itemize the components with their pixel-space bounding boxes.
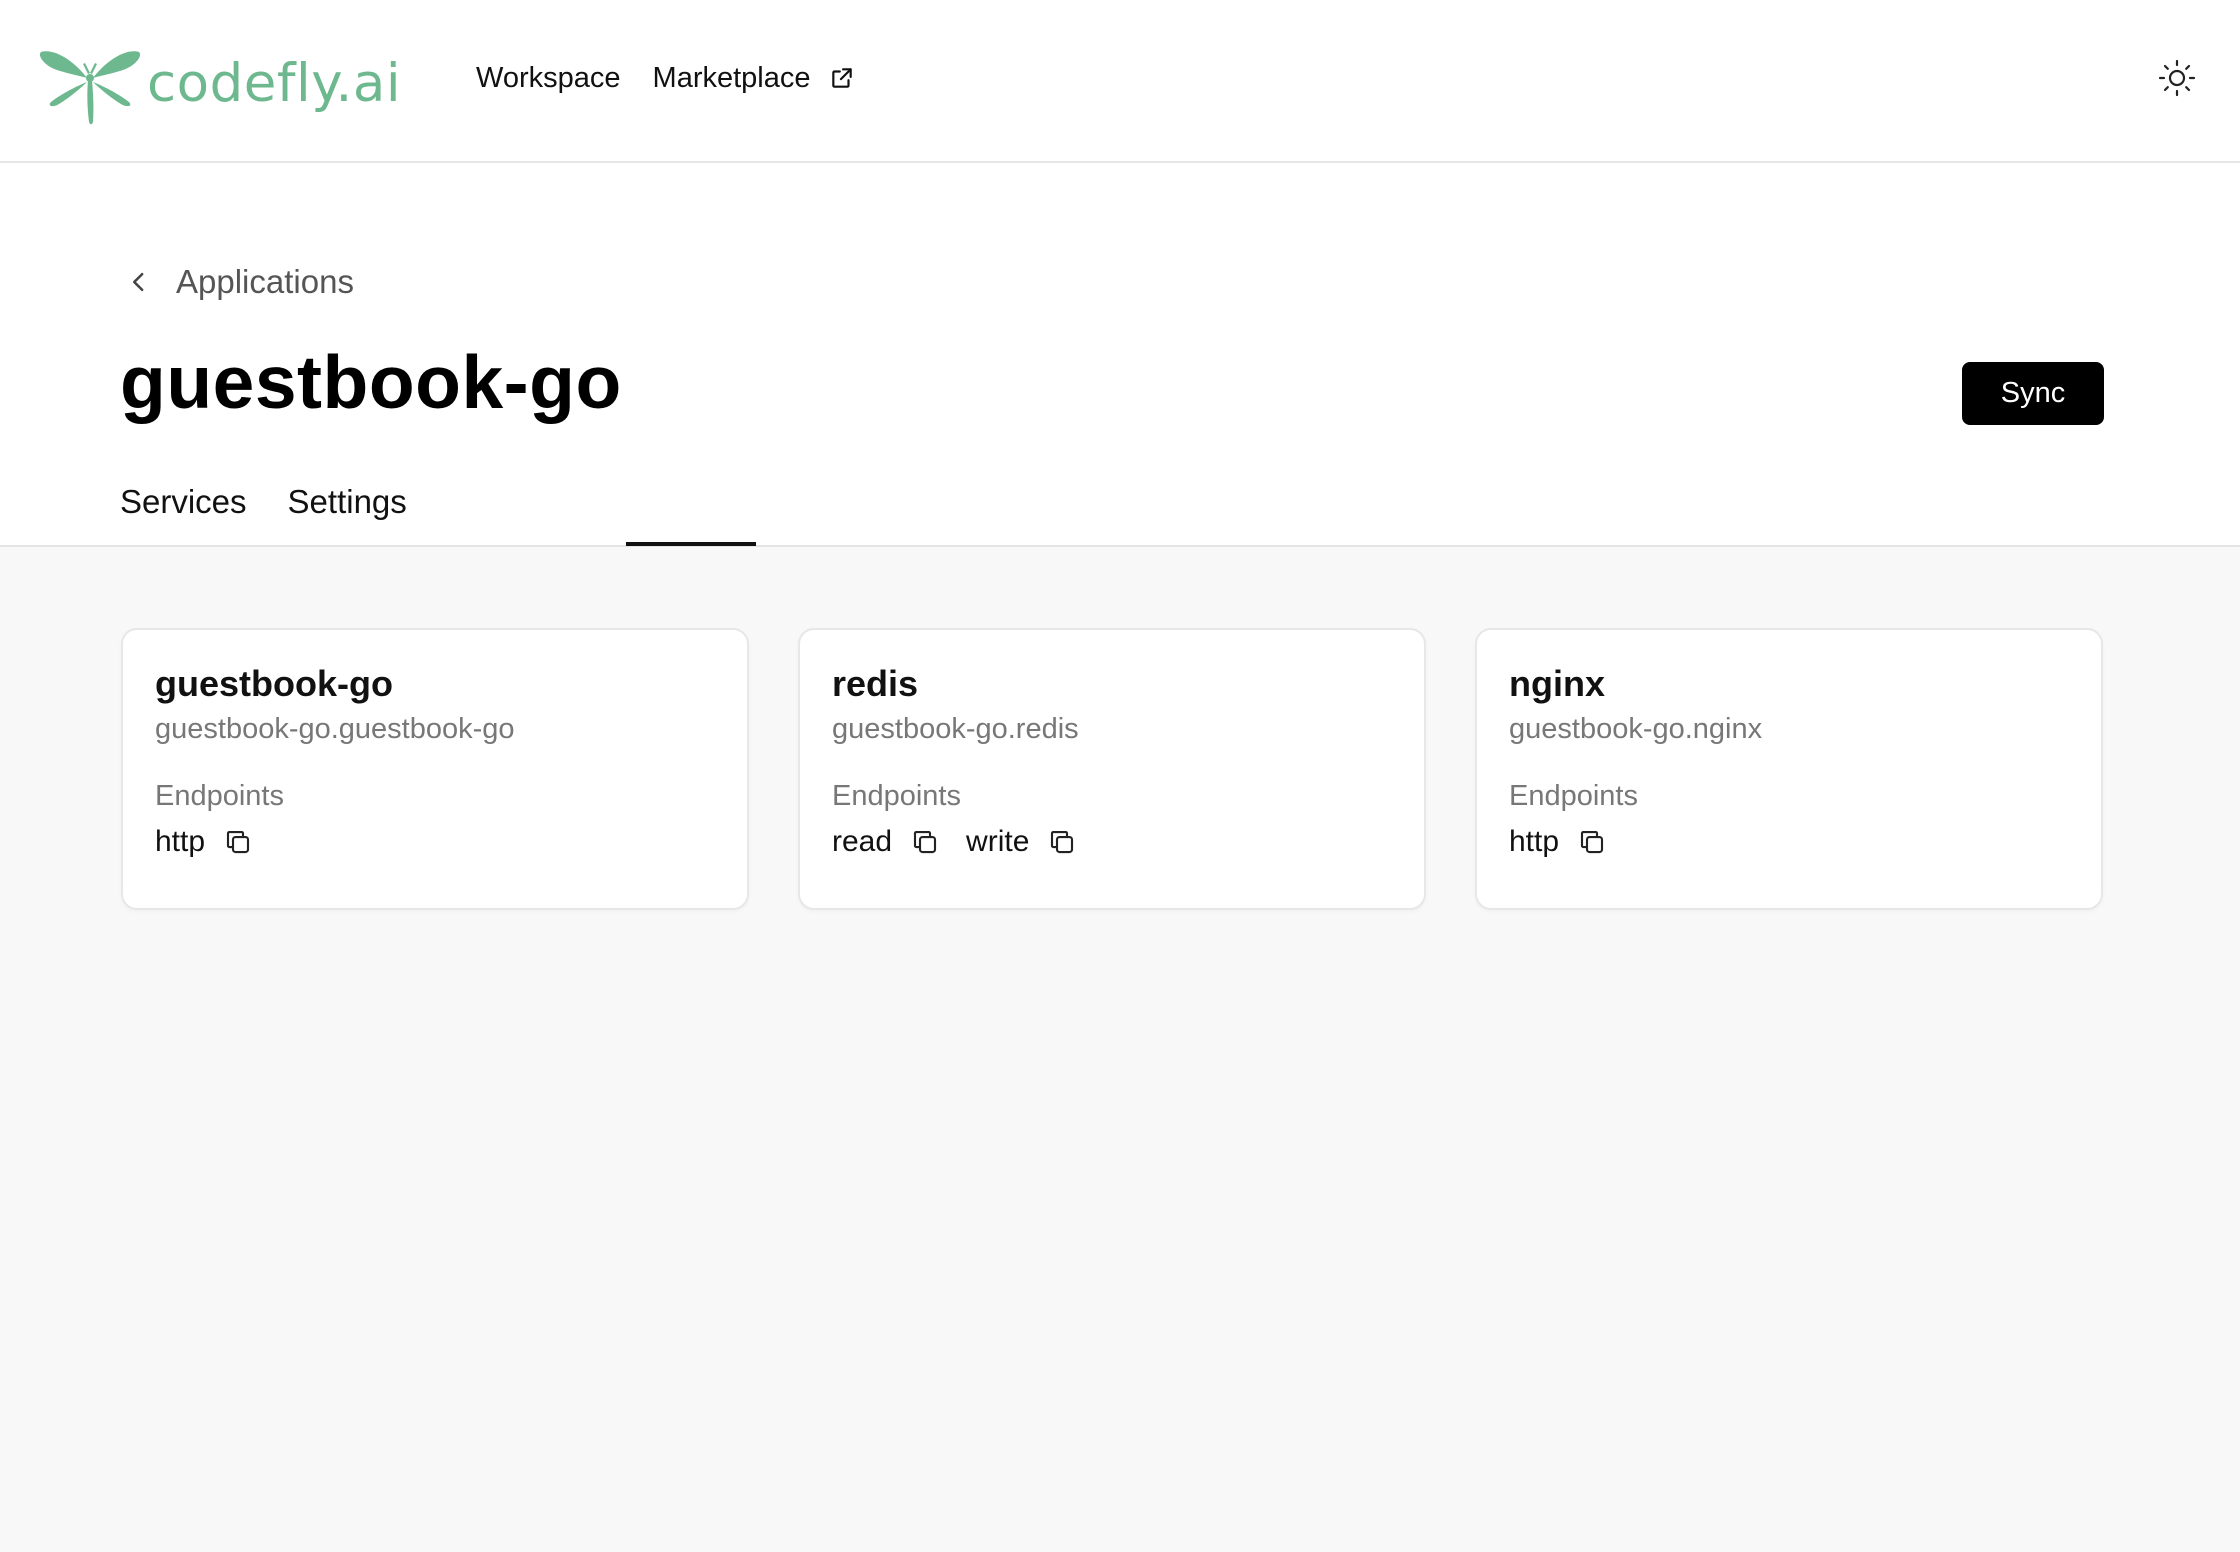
endpoint-list: read write bbox=[832, 825, 1392, 859]
nav-link-workspace[interactable]: Workspace bbox=[476, 62, 621, 95]
services-grid: guestbook-go guestbook-go.guestbook-go E… bbox=[0, 547, 2240, 1552]
external-link-icon bbox=[831, 68, 852, 88]
nav-link-label: Workspace bbox=[476, 61, 621, 94]
dragonfly-logo-icon bbox=[39, 51, 141, 125]
service-name: redis bbox=[832, 663, 919, 704]
service-qualified-name: guestbook-go.nginx bbox=[1509, 713, 1763, 746]
service-name: guestbook-go bbox=[155, 663, 393, 704]
endpoint-name: write bbox=[966, 825, 1030, 859]
endpoint-item: read bbox=[832, 825, 940, 859]
service-card[interactable]: nginx guestbook-go.nginx Endpoints http bbox=[1475, 628, 2103, 910]
tab-services[interactable]: Services bbox=[120, 483, 247, 521]
endpoints-label: Endpoints bbox=[832, 780, 961, 813]
breadcrumb[interactable]: Applications bbox=[120, 263, 354, 301]
endpoint-list: http bbox=[155, 825, 715, 859]
service-card[interactable]: redis guestbook-go.redis Endpoints read … bbox=[798, 628, 1426, 910]
page-title: guestbook-go bbox=[120, 340, 622, 424]
sun-icon[interactable] bbox=[2157, 58, 2197, 98]
tab-bar: Services Settings bbox=[120, 483, 407, 521]
service-card[interactable]: guestbook-go guestbook-go.guestbook-go E… bbox=[121, 628, 749, 910]
endpoint-name: http bbox=[155, 825, 206, 859]
sync-button[interactable]: Sync bbox=[1962, 362, 2104, 425]
top-navbar: codefly.ai Workspace Marketplace bbox=[0, 0, 2240, 163]
tab-settings[interactable]: Settings bbox=[288, 483, 407, 521]
endpoints-label: Endpoints bbox=[155, 780, 284, 813]
breadcrumb-label: Applications bbox=[176, 263, 354, 300]
endpoint-name: http bbox=[1509, 825, 1560, 859]
endpoints-label: Endpoints bbox=[1509, 780, 1638, 813]
service-qualified-name: guestbook-go.redis bbox=[832, 713, 1079, 746]
endpoint-item: write bbox=[966, 825, 1077, 859]
endpoint-item: http bbox=[1509, 825, 1607, 859]
endpoint-list: http bbox=[1509, 825, 2069, 859]
endpoint-item: http bbox=[155, 825, 253, 859]
logo[interactable]: codefly.ai bbox=[37, 40, 401, 126]
copy-icon[interactable] bbox=[223, 827, 253, 857]
endpoint-name: read bbox=[832, 825, 893, 859]
service-qualified-name: guestbook-go.guestbook-go bbox=[155, 713, 515, 746]
copy-icon[interactable] bbox=[1047, 827, 1077, 857]
logo-text: codefly.ai bbox=[147, 52, 402, 114]
nav-links: Workspace Marketplace bbox=[476, 56, 855, 100]
nav-link-marketplace[interactable]: Marketplace bbox=[653, 62, 855, 95]
nav-link-label: Marketplace bbox=[652, 61, 811, 94]
service-name: nginx bbox=[1509, 663, 1605, 704]
copy-icon[interactable] bbox=[910, 827, 940, 857]
page-header: Applications guestbook-go Sync Services … bbox=[0, 163, 2240, 547]
copy-icon[interactable] bbox=[1577, 827, 1607, 857]
active-tab-indicator bbox=[626, 542, 756, 546]
chevron-left-icon bbox=[132, 272, 144, 292]
